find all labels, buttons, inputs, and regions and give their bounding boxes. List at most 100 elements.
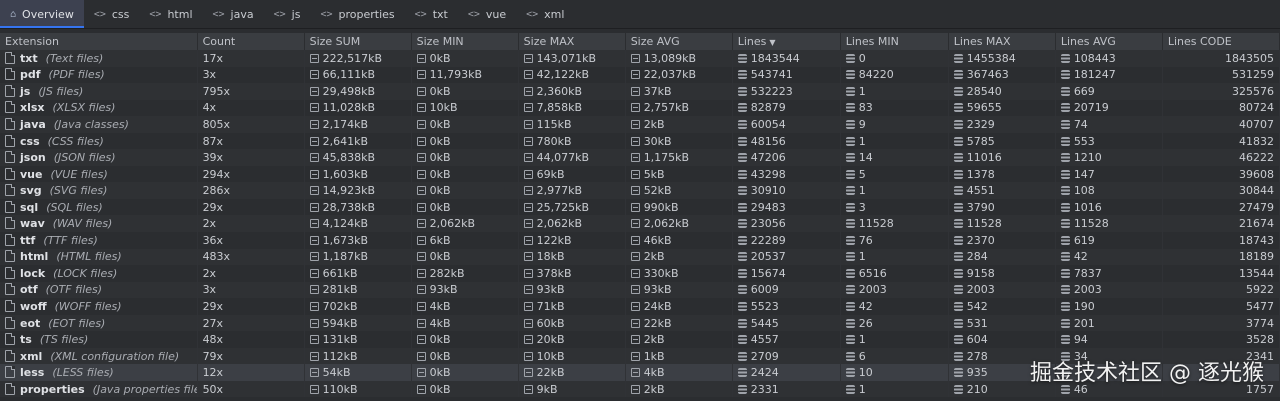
cell-lines-avg: 74: [1055, 116, 1163, 133]
cell-value: 21674: [1239, 217, 1274, 231]
cell-value: 780kB: [536, 134, 572, 148]
lines-icon: [737, 70, 747, 80]
table-row[interactable]: svg (SVG files) 286x 14,923kB 0kB 2,977kB 52kB…: [0, 182, 1280, 199]
cell-value: 2,360kB: [536, 84, 583, 98]
cell-value: 45,838kB: [322, 151, 375, 165]
tab-css[interactable]: <> css: [84, 0, 140, 28]
table-row[interactable]: vue (VUE files) 294x 1,603kB 0kB 69kB 5kB 43298…: [0, 165, 1280, 183]
cell-value: 2329: [966, 117, 995, 131]
size-icon: [309, 268, 319, 278]
cell-size-max: 2,977kB: [518, 182, 626, 199]
cell-lines-max: 604: [948, 331, 1056, 348]
size-icon: [630, 318, 640, 328]
cell-value: 18kB: [536, 250, 565, 264]
col-header-lines-min[interactable]: Lines MIN: [840, 33, 949, 50]
cell-lines-min: 9: [840, 116, 949, 133]
cell-value: 4551: [966, 184, 995, 198]
table-row[interactable]: txt (Text files) 17x 222,517kB 0kB 143,071kB 1…: [0, 50, 1280, 67]
col-header-lines-code[interactable]: Lines CODE: [1162, 33, 1280, 50]
table-row[interactable]: sql (SQL files) 29x 28,738kB 0kB 25,725kB 990k…: [0, 198, 1280, 216]
col-header-count[interactable]: Count: [197, 33, 305, 50]
lines-icon: [953, 268, 963, 278]
tab-overview[interactable]: ⌂ Overview: [0, 0, 84, 28]
cell-count: 2x: [197, 215, 305, 233]
cell-lines-min: 14: [840, 149, 949, 166]
table-row[interactable]: ttf (TTF files) 36x 1,673kB 6kB 122kB 46kB 2228…: [0, 232, 1280, 249]
cell-value: 83: [858, 101, 873, 115]
col-header-extension[interactable]: Extension: [0, 33, 198, 50]
col-header-size-min[interactable]: Size MIN: [411, 33, 519, 50]
size-icon: [309, 136, 319, 146]
cell-size-min: 0kB: [411, 149, 519, 166]
cell-lines-code: 39608: [1162, 165, 1280, 183]
cell-lines-max: 2003: [948, 281, 1056, 299]
cell-extension: xlsx (XLSX files): [0, 99, 198, 117]
cell-value: 14,923kB: [322, 184, 375, 198]
tab-properties[interactable]: <> properties: [310, 0, 404, 28]
col-header-lines[interactable]: Lines ▼: [732, 33, 841, 50]
table-row[interactable]: xlsx (XLSX files) 4x 11,028kB 10kB 7,858kB 2,7…: [0, 99, 1280, 117]
table-row[interactable]: json (JSON files) 39x 45,838kB 0kB 44,077kB 1,…: [0, 149, 1280, 166]
col-header-lines-avg[interactable]: Lines AVG: [1055, 33, 1163, 50]
table-row[interactable]: pdf (PDF files) 3x 66,111kB 11,793kB 42,122kB…: [0, 66, 1280, 84]
size-icon: [309, 219, 319, 229]
col-header-size-avg[interactable]: Size AVG: [625, 33, 733, 50]
tab-label: vue: [485, 7, 507, 21]
col-header-size-sum[interactable]: Size SUM: [304, 33, 412, 50]
cell-value: 22kB: [536, 366, 565, 380]
table-row[interactable]: css (CSS files) 87x 2,641kB 0kB 780kB 30kB 4815…: [0, 132, 1280, 150]
tab-html[interactable]: <> html: [139, 0, 202, 28]
extension-name: xml: [20, 349, 43, 363]
extension-name: properties: [20, 382, 85, 396]
cell-value: 619: [1073, 233, 1095, 247]
col-header-lines-max[interactable]: Lines MAX: [948, 33, 1056, 50]
cell-size-sum: 14,923kB: [304, 182, 412, 199]
cell-size-max: 2,062kB: [518, 215, 626, 233]
cell-lines-min: 5: [840, 165, 949, 183]
cell-size-min: 0kB: [411, 132, 519, 150]
tab-java[interactable]: <> java: [203, 0, 264, 28]
lines-icon: [1060, 335, 1070, 345]
cell-size-max: 44,077kB: [518, 149, 626, 166]
table-row[interactable]: wav (WAV files) 2x 4,124kB 2,062kB 2,062kB 2,0…: [0, 215, 1280, 233]
cell-value: 10kB: [429, 101, 458, 115]
cell-extension: woff (WOFF files): [0, 298, 198, 315]
table-row[interactable]: eot (EOT files) 27x 594kB 4kB 60kB 22kB 5445 26 5…: [0, 314, 1280, 332]
tab-txt[interactable]: <> txt: [405, 0, 458, 28]
cell-value: 0kB: [429, 250, 451, 264]
table-row[interactable]: woff (WOFF files) 29x 702kB 4kB 71kB 24kB 5523 4…: [0, 298, 1280, 315]
lines-icon: [737, 169, 747, 179]
cell-value: 5445: [750, 316, 779, 330]
cell-size-min: 0kB: [411, 182, 519, 199]
cell-value: 22kB: [643, 316, 672, 330]
cell-size-max: 69kB: [518, 165, 626, 183]
cell-size-avg: 2,062kB: [625, 215, 733, 233]
cell-lines-avg: 553: [1055, 132, 1163, 150]
cell-value: 378kB: [536, 266, 572, 280]
cell-count: 29x: [197, 198, 305, 216]
table-row[interactable]: js (JS files) 795x 29,498kB 0kB 2,360kB 37kB 53…: [0, 83, 1280, 100]
code-icon: <>: [273, 8, 286, 20]
tab-xml[interactable]: <> xml: [516, 0, 574, 28]
table-row[interactable]: ts (TS files) 48x 131kB 0kB 20kB 2kB 4557 1 604 94…: [0, 331, 1280, 348]
watermark: 掘金技术社区 @ 逐光猴: [1030, 361, 1264, 386]
table-row[interactable]: lock (LOCK files) 2x 661kB 282kB 378kB 330kB 15…: [0, 265, 1280, 282]
lines-icon: [1060, 153, 1070, 163]
cell-count: 79x: [197, 347, 305, 365]
cell-value: 594kB: [322, 316, 358, 330]
cell-value: 1,175kB: [643, 151, 690, 165]
lines-icon: [953, 318, 963, 328]
tab-vue[interactable]: <> vue: [458, 0, 516, 28]
cell-value: 94: [1073, 333, 1088, 347]
table-row[interactable]: html (HTML files) 483x 1,187kB 0kB 18kB 2kB 205…: [0, 248, 1280, 266]
table-row[interactable]: otf (OTF files) 3x 281kB 93kB 93kB 93kB 6009 200…: [0, 281, 1280, 299]
cell-value: 286x: [202, 184, 231, 198]
col-header-size-max[interactable]: Size MAX: [518, 33, 626, 50]
cell-count: 36x: [197, 232, 305, 249]
cell-value: 5kB: [643, 167, 665, 181]
table-row[interactable]: java (Java classes) 805x 2,174kB 0kB 115kB 2kB…: [0, 116, 1280, 133]
tab-js[interactable]: <> js: [264, 0, 311, 28]
cell-lines-max: 542: [948, 298, 1056, 315]
cell-value: 79x: [202, 349, 224, 363]
lines-icon: [1060, 235, 1070, 245]
